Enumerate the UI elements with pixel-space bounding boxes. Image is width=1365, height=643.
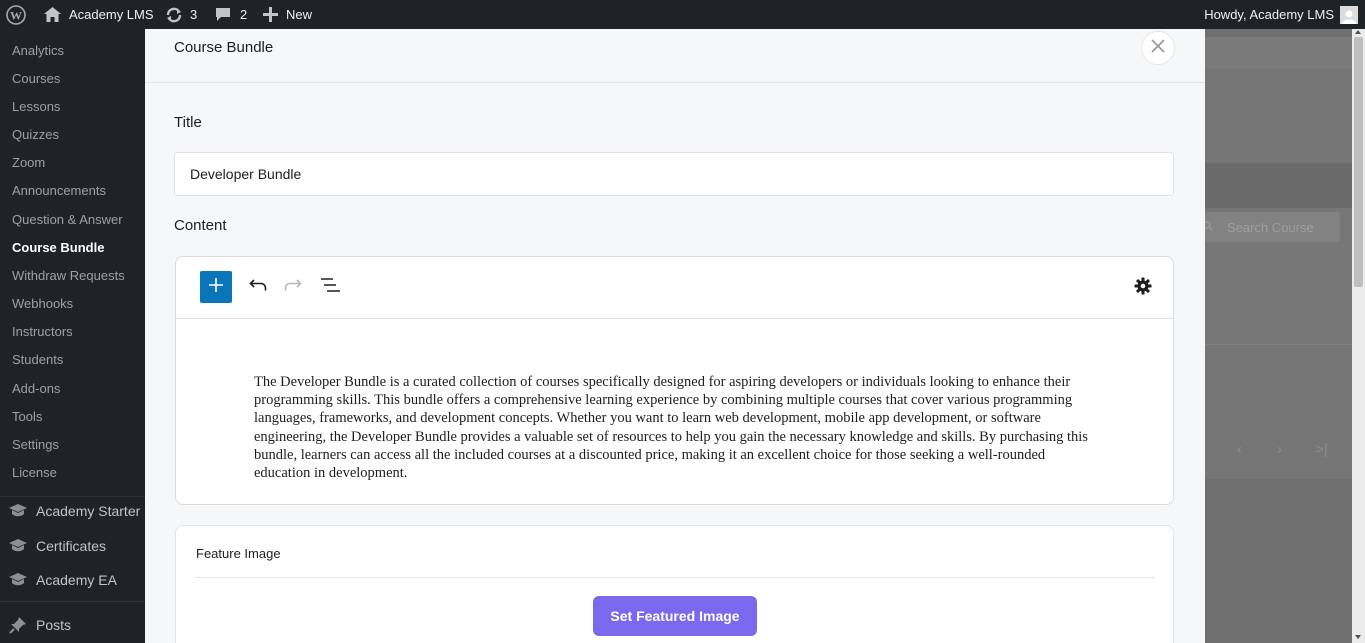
menu-section-label: Academy Starter [36, 503, 141, 519]
sidebar-item-webhooks[interactable]: Webhooks [12, 294, 73, 314]
graduation-cap-icon [8, 570, 28, 590]
updates-link[interactable]: 3 [165, 0, 197, 29]
sidebar-item-license[interactable]: License [12, 463, 57, 483]
feature-image-card: Feature Image Set Featured Image [175, 525, 1174, 643]
close-icon [1150, 38, 1166, 59]
sidebar-item-question-answer[interactable]: Question & Answer [12, 210, 123, 230]
sidebar-item-lessons[interactable]: Lessons [12, 97, 60, 117]
add-block-button[interactable] [200, 271, 232, 303]
undo-icon [249, 278, 267, 296]
editor-settings-button[interactable] [1131, 276, 1155, 300]
svg-text:W: W [10, 8, 22, 22]
gear-icon [1134, 277, 1152, 300]
modal-header: Course Bundle [145, 29, 1205, 83]
modal-title: Course Bundle [174, 39, 274, 56]
sidebar-item-add-ons[interactable]: Add-ons [12, 379, 60, 399]
window-scrollbar[interactable] [1352, 29, 1365, 643]
sidebar-item-zoom[interactable]: Zoom [12, 153, 45, 173]
editor-toolbar [176, 257, 1173, 319]
title-label: Title [174, 114, 202, 131]
close-button[interactable] [1141, 31, 1175, 65]
menu-section-label: Certificates [36, 538, 107, 554]
sidebar-item-instructors[interactable]: Instructors [12, 322, 73, 342]
updates-count: 3 [190, 7, 198, 22]
scrollbar-thumb[interactable] [1354, 37, 1363, 287]
search-course-input[interactable]: Search Course [1205, 212, 1340, 242]
sidebar-item-tools[interactable]: Tools [12, 407, 42, 427]
redo-button[interactable] [281, 275, 305, 299]
bg-band [1205, 163, 1352, 208]
sidebar-item-announcements[interactable]: Announcements [12, 181, 106, 201]
redo-icon [284, 278, 302, 296]
set-featured-image-button[interactable]: Set Featured Image [593, 596, 757, 636]
graduation-cap-icon [8, 536, 28, 556]
prev-page-button[interactable]: ‹ [1237, 441, 1242, 458]
bg-band [1205, 67, 1352, 163]
next-page-button[interactable]: › [1277, 441, 1282, 458]
block-editor: The Developer Bundle is a curated collec… [175, 256, 1174, 505]
search-placeholder: Search Course [1227, 219, 1314, 235]
menu-section-posts[interactable]: Posts [8, 614, 71, 636]
graduation-cap-icon [8, 501, 28, 521]
feature-image-label: Feature Image [196, 546, 281, 561]
sidebar-item-withdraw-requests[interactable]: Withdraw Requests [12, 266, 125, 286]
last-page-button[interactable]: >| [1315, 441, 1328, 458]
home-icon [44, 7, 61, 22]
sidebar-item-course-bundle[interactable]: Course Bundle [12, 238, 104, 258]
divider [196, 577, 1155, 578]
sidebar-item-quizzes[interactable]: Quizzes [12, 125, 59, 145]
plus-icon [209, 277, 223, 297]
list-view-icon [320, 277, 340, 297]
updates-icon [165, 7, 183, 23]
admin-bar: W Academy LMS 3 2 New Howdy, Academy LMS [0, 0, 1365, 29]
avatar [1340, 5, 1358, 24]
howdy-label: Howdy, Academy LMS [1204, 7, 1334, 22]
menu-section-label: Academy EA [36, 572, 117, 588]
comment-icon [215, 7, 231, 22]
menu-section-label: Posts [36, 617, 72, 633]
pushpin-icon [8, 615, 28, 635]
editor-paragraph[interactable]: The Developer Bundle is a curated collec… [254, 373, 1094, 482]
title-input[interactable] [174, 152, 1174, 196]
menu-separator [0, 496, 145, 497]
site-name-link[interactable]: Academy LMS [44, 0, 154, 29]
undo-button[interactable] [246, 275, 270, 299]
document-outline-button[interactable] [318, 275, 342, 299]
menu-separator [0, 601, 145, 602]
sidebar-item-students[interactable]: Students [12, 350, 63, 370]
menu-section-academy-ea[interactable]: Academy EA [8, 569, 117, 591]
my-account-link[interactable]: Howdy, Academy LMS [1204, 0, 1358, 29]
search-icon [1205, 218, 1213, 236]
scroll-up-arrow-icon[interactable] [1355, 30, 1361, 34]
comments-count: 2 [240, 7, 248, 22]
bg-band [1205, 37, 1352, 67]
sidebar-item-courses[interactable]: Courses [12, 69, 60, 89]
new-content-link[interactable]: New [263, 0, 312, 29]
sidebar-item-analytics[interactable]: Analytics [12, 41, 64, 61]
plus-icon [263, 7, 278, 22]
scroll-down-arrow-icon[interactable] [1355, 635, 1361, 639]
background-page: Search Course ‹ › >| [1205, 29, 1352, 643]
wordpress-logo-icon[interactable]: W [6, 0, 26, 29]
new-label: New [286, 7, 313, 22]
admin-sidebar: Analytics Courses Lessons Quizzes Zoom Announ… [0, 29, 145, 643]
content-label: Content [174, 217, 227, 234]
menu-section-academy-starter[interactable]: Academy Starter [8, 500, 140, 522]
site-name-label: Academy LMS [69, 7, 154, 22]
sidebar-item-settings[interactable]: Settings [12, 435, 59, 455]
course-bundle-modal: Course Bundle Title Content [145, 29, 1205, 643]
pagination: ‹ › >| [1205, 441, 1352, 465]
comments-link[interactable]: 2 [215, 0, 247, 29]
menu-section-certificates[interactable]: Certificates [8, 535, 106, 557]
